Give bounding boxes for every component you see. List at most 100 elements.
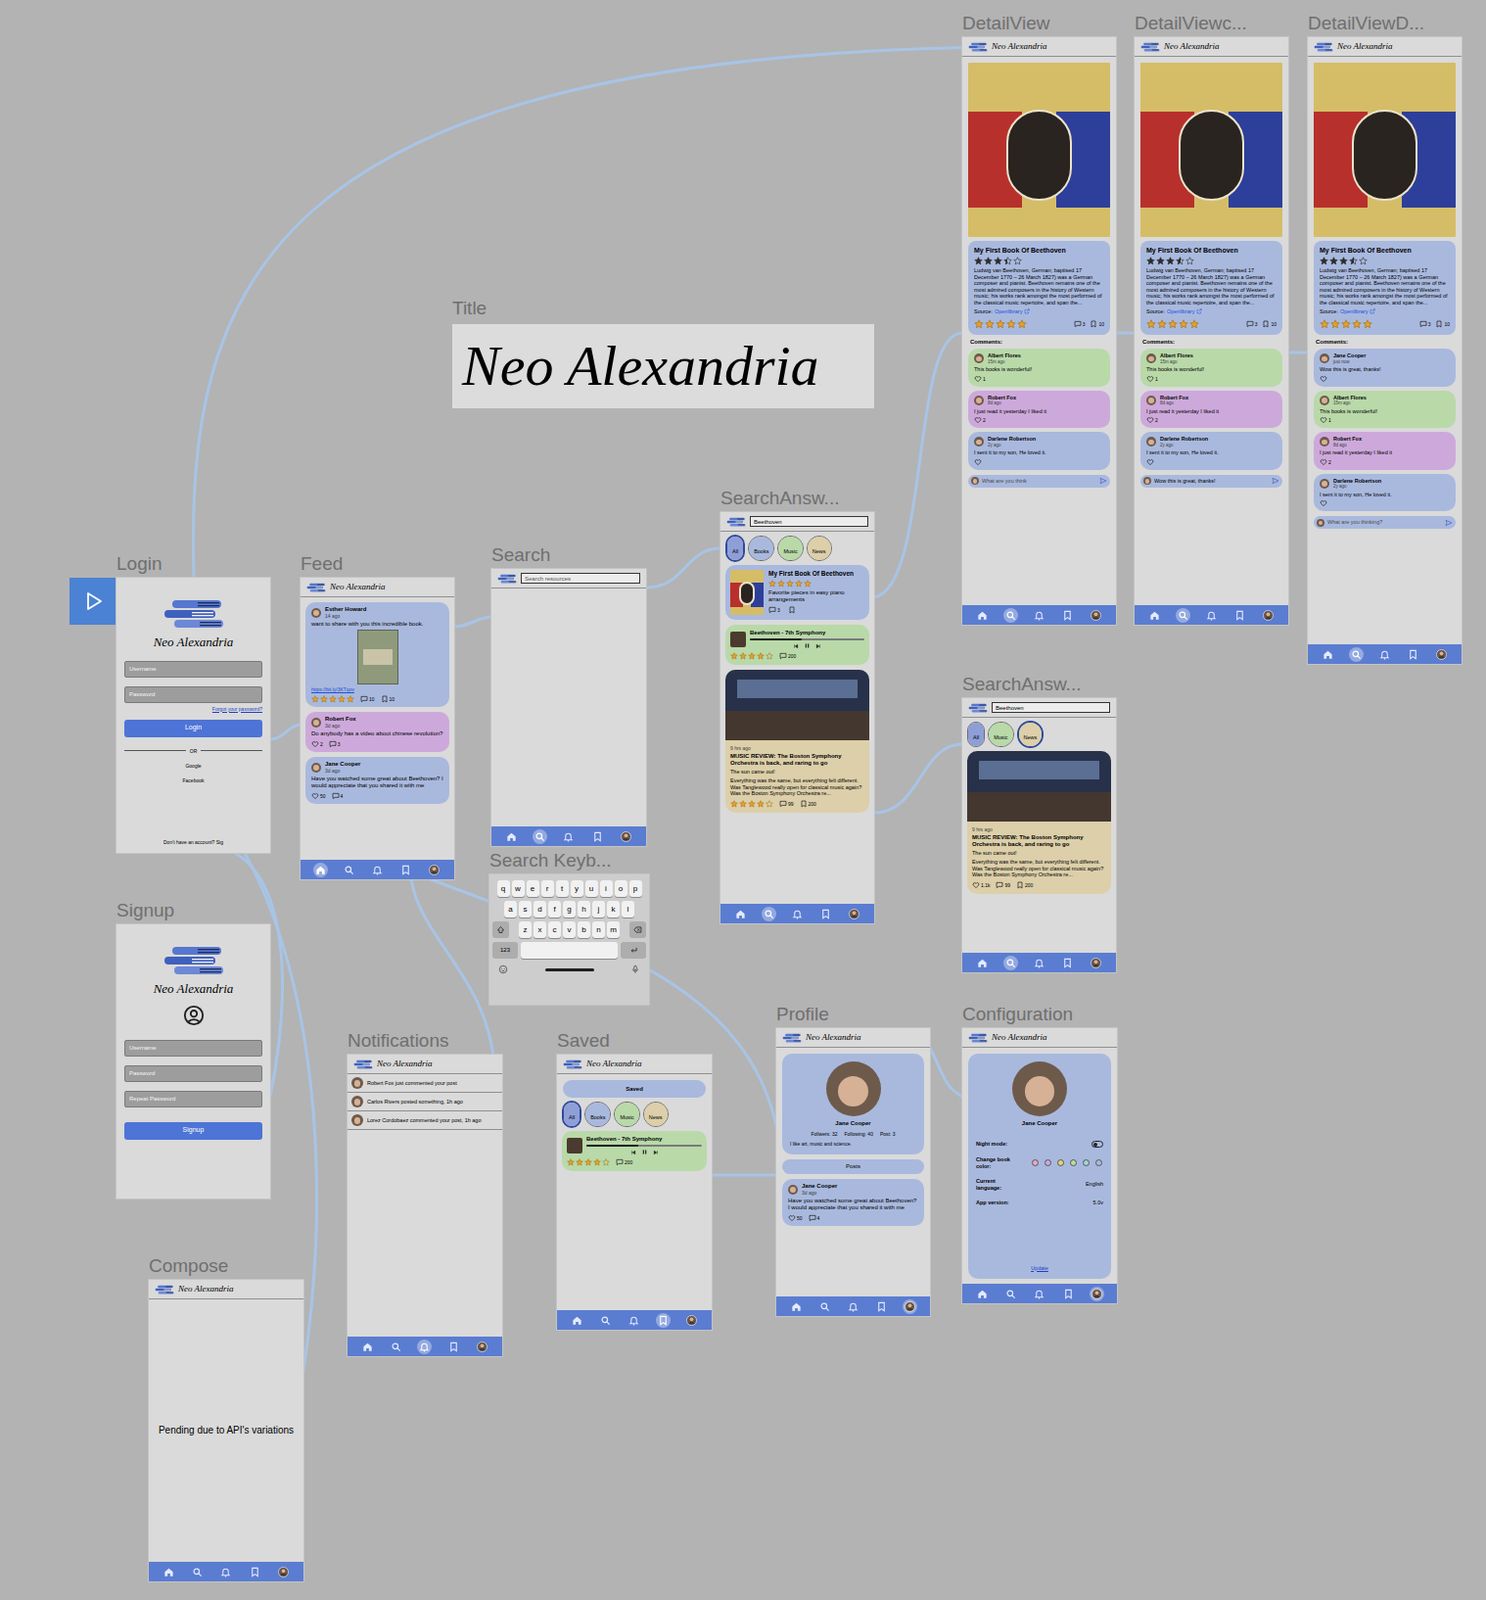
heart-icon[interactable]: [311, 740, 320, 748]
color-option[interactable]: [1080, 1158, 1091, 1168]
comment-count[interactable]: 3: [1419, 320, 1432, 328]
nav-item[interactable]: [817, 1299, 833, 1314]
heart-icon[interactable]: [974, 458, 982, 466]
nav-item[interactable]: [1434, 647, 1449, 662]
nav-item[interactable]: [1089, 1286, 1105, 1301]
nav-item[interactable]: [1175, 607, 1191, 623]
bookmark-count[interactable]: 200: [799, 799, 817, 808]
notification-row[interactable]: Carlos Rivers posted something, 1h ago: [347, 1092, 503, 1112]
key[interactable]: m: [606, 921, 620, 938]
color-option[interactable]: [1068, 1158, 1078, 1168]
nav-item[interactable]: [1260, 607, 1276, 623]
key[interactable]: n: [592, 921, 605, 938]
key[interactable]: v: [562, 921, 576, 938]
social-login-button[interactable]: Facebook: [183, 777, 205, 784]
numbers-key[interactable]: 123: [492, 941, 518, 959]
comment-icon[interactable]: [768, 605, 777, 614]
external-icon[interactable]: [1369, 308, 1376, 315]
text-field[interactable]: [124, 686, 263, 703]
key[interactable]: h: [577, 900, 591, 918]
nav-item[interactable]: [598, 1312, 613, 1328]
nav-item[interactable]: [1405, 647, 1421, 662]
comment-count[interactable]: 10: [360, 695, 375, 703]
heart-icon[interactable]: [1319, 374, 1328, 383]
bookmark-count[interactable]: 10: [1261, 320, 1277, 328]
heart-icon[interactable]: [788, 1213, 796, 1222]
comment-icon[interactable]: [328, 740, 337, 748]
nav-item[interactable]: [426, 862, 442, 878]
search-field[interactable]: [520, 572, 641, 584]
search-field[interactable]: [749, 515, 869, 527]
like-count[interactable]: 1: [1146, 374, 1277, 383]
comment-icon[interactable]: [360, 695, 369, 703]
key[interactable]: j: [592, 900, 605, 918]
social-login-button[interactable]: Google: [185, 762, 201, 769]
nav-item[interactable]: [341, 862, 357, 878]
comment-icon[interactable]: [1419, 320, 1428, 328]
pause-icon[interactable]: [641, 1148, 649, 1156]
key[interactable]: u: [585, 880, 599, 897]
bookmark-icon[interactable]: [1435, 320, 1443, 328]
nav-item[interactable]: [1147, 607, 1162, 623]
key[interactable]: k: [606, 900, 620, 918]
like-count[interactable]: 1: [1319, 416, 1450, 424]
filter-chip[interactable]: News: [1017, 720, 1045, 748]
nav-item[interactable]: [1031, 607, 1047, 623]
nav-item[interactable]: [789, 1299, 804, 1314]
comment-count[interactable]: 200: [779, 651, 796, 660]
key[interactable]: p: [629, 880, 643, 897]
comment-icon[interactable]: [995, 881, 1004, 889]
nav-item[interactable]: [1003, 955, 1019, 971]
notification-row[interactable]: Lorez Cordobaez commented your post, 1h …: [347, 1111, 503, 1130]
source-link[interactable]: Openlibrary: [1166, 308, 1195, 316]
nav-item[interactable]: [1031, 955, 1047, 971]
external-icon[interactable]: [1196, 308, 1203, 315]
nav-item[interactable]: [845, 1299, 861, 1314]
heart-icon[interactable]: [311, 791, 320, 800]
nav-item[interactable]: [902, 1299, 918, 1314]
color-option[interactable]: [1042, 1158, 1053, 1168]
nav-item[interactable]: [1088, 955, 1104, 971]
nav-item[interactable]: [218, 1564, 233, 1579]
nav-item[interactable]: [161, 1564, 177, 1579]
book-cover[interactable]: [968, 62, 1111, 237]
heart-count[interactable]: 50: [788, 1213, 803, 1222]
nav-item[interactable]: [1204, 607, 1219, 623]
heart-icon[interactable]: [974, 374, 982, 383]
comment-icon[interactable]: [779, 651, 788, 660]
post-card[interactable]: Esther Howard14 ago want to share with y…: [305, 602, 450, 707]
nav-item[interactable]: [532, 829, 548, 844]
bookmark-icon[interactable]: [380, 695, 389, 703]
heart-icon[interactable]: [1146, 458, 1155, 466]
like-count[interactable]: 2: [1319, 458, 1450, 466]
key[interactable]: y: [570, 880, 584, 897]
night-mode-toggle[interactable]: [1091, 1140, 1104, 1148]
filter-chip[interactable]: All: [725, 534, 745, 562]
pause-icon[interactable]: [803, 642, 811, 650]
send-icon[interactable]: [1444, 518, 1453, 527]
comment-count[interactable]: 4: [331, 791, 344, 800]
book-cover[interactable]: [1313, 62, 1456, 237]
nav-item[interactable]: [975, 607, 990, 623]
next-icon[interactable]: [652, 1149, 659, 1156]
nav-item[interactable]: [846, 906, 862, 922]
key[interactable]: i: [600, 880, 613, 897]
nav-item[interactable]: [1060, 955, 1075, 971]
return-key[interactable]: [620, 941, 647, 959]
comment-field[interactable]: [1154, 476, 1269, 485]
post-link[interactable]: https://bit.ly/3KTqov: [311, 686, 444, 693]
text-field[interactable]: [124, 1039, 263, 1057]
nav-item[interactable]: [975, 1286, 990, 1301]
heart-icon[interactable]: [972, 881, 980, 889]
post-card[interactable]: Jane Cooper3d ago Have you watched some …: [782, 1178, 925, 1226]
shift-key[interactable]: [492, 921, 510, 938]
posts-heading[interactable]: Posts: [782, 1159, 925, 1174]
nav-item[interactable]: [626, 1312, 642, 1328]
comment-count[interactable]: 3: [768, 605, 781, 614]
key[interactable]: r: [541, 880, 555, 897]
key[interactable]: t: [556, 880, 569, 897]
nav-item[interactable]: [370, 862, 385, 878]
bookmark-icon[interactable]: [799, 799, 808, 808]
nav-item[interactable]: [560, 829, 576, 844]
book-card[interactable]: My First Book Of Beethoven Favorite piec…: [725, 564, 870, 620]
